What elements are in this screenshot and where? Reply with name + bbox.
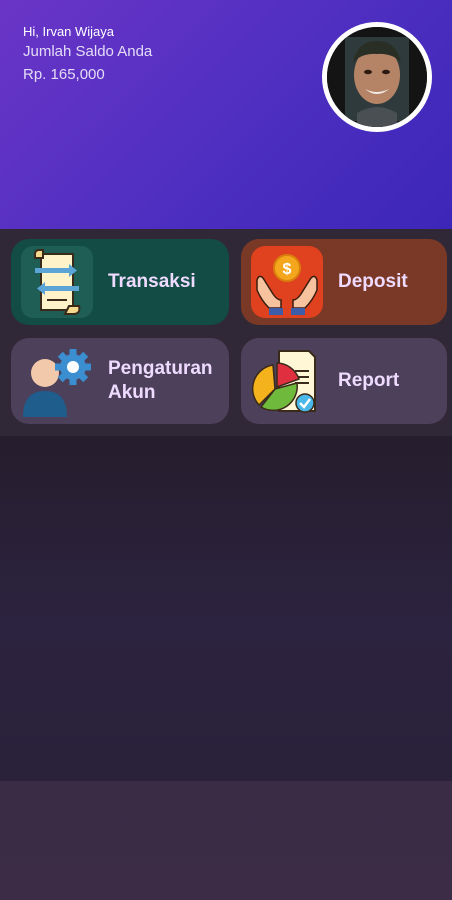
menu-tile-transaksi[interactable]: Transaksi	[11, 239, 229, 325]
menu-tile-pengaturan-akun[interactable]: Pengaturan Akun	[11, 338, 229, 424]
balance-value: Rp. 165,000	[23, 66, 105, 83]
user-gear-icon	[23, 349, 91, 417]
header-banner: Hi, Irvan Wijaya Jumlah Saldo Anda Rp. 1…	[0, 0, 452, 229]
money-hands-icon: $	[251, 246, 323, 318]
menu-label-deposit: Deposit	[338, 271, 408, 292]
pie-chart-report-icon	[251, 350, 316, 413]
transaction-document-icon	[21, 246, 93, 318]
content-area	[0, 436, 452, 781]
svg-text:$: $	[283, 261, 292, 278]
menu-label-report: Report	[338, 370, 400, 391]
profile-photo	[327, 27, 427, 127]
greeting-text: Hi, Irvan Wijaya	[23, 24, 115, 39]
avatar[interactable]	[322, 22, 432, 132]
balance-label: Jumlah Saldo Anda	[23, 43, 153, 60]
menu-tile-deposit[interactable]: $ Deposit	[241, 239, 447, 325]
menu-tile-report[interactable]: Report	[241, 338, 447, 424]
bottom-bar	[0, 781, 452, 900]
menu-label-pengaturan-akun: Pengaturan Akun	[108, 358, 213, 403]
menu-label-transaksi: Transaksi	[108, 271, 196, 292]
